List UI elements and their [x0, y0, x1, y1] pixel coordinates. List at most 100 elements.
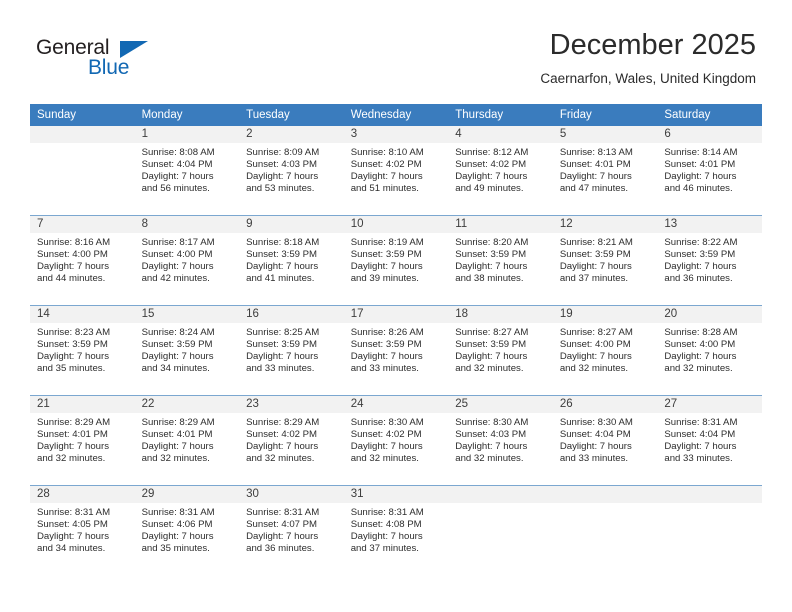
sunrise-time: Sunrise: 8:16 AM [37, 237, 111, 248]
calendar-day-cell[interactable]: 15 Sunrise: 8:24 AM Sunset: 3:59 PM Dayligh… [134, 305, 240, 396]
location-subtitle: Caernarfon, Wales, United Kingdom [540, 71, 756, 86]
calendar-day-cell[interactable]: 22 Sunrise: 8:29 AM Sunset: 4:01 PM Dayligh… [134, 395, 240, 486]
daylight-duration-line2: and 33 minutes. [350, 363, 419, 375]
calendar-day-cell[interactable]: 8 Sunrise: 8:17 AM Sunset: 4:00 PM Daylight… [134, 215, 240, 306]
calendar-day-cell[interactable]: 7 Sunrise: 8:16 AM Sunset: 4:00 PM Daylight… [30, 215, 135, 306]
day-details: Sunrise: 8:31 AM Sunset: 4:07 PM Daylight:… [239, 503, 344, 555]
calendar-day-cell[interactable]: 17 Sunrise: 8:26 AM Sunset: 3:59 PM Dayligh… [343, 305, 449, 396]
day-number: 16 [239, 306, 344, 323]
calendar-day-cell[interactable]: 20 Sunrise: 8:28 AM Sunset: 4:00 PM Dayligh… [657, 305, 762, 396]
calendar-day-cell[interactable]: 2 Sunrise: 8:09 AM Sunset: 4:03 PM Daylight… [239, 126, 344, 216]
day-number: 30 [239, 486, 344, 503]
day-details: Sunrise: 8:16 AM Sunset: 4:00 PM Daylight:… [30, 233, 135, 285]
sunset-time: Sunset: 4:06 PM [141, 519, 213, 531]
day-cell-inner: 7 Sunrise: 8:16 AM Sunset: 4:00 PM Daylight… [30, 216, 135, 305]
calendar-day-cell[interactable]: 11 Sunrise: 8:20 AM Sunset: 3:59 PM Dayligh… [448, 215, 553, 306]
day-cell-inner: 5 Sunrise: 8:13 AM Sunset: 4:01 PM Daylight… [552, 126, 658, 215]
day-number: 12 [552, 216, 658, 233]
day-cell-inner: 29 Sunrise: 8:31 AM Sunset: 4:06 PM Dayligh… [134, 486, 240, 575]
calendar-day-cell[interactable]: 10 Sunrise: 8:19 AM Sunset: 3:59 PM Dayligh… [343, 215, 449, 306]
sunrise-time: Sunrise: 8:28 AM [664, 327, 738, 338]
calendar-day-cell[interactable]: 9 Sunrise: 8:18 AM Sunset: 3:59 PM Daylight… [239, 215, 344, 306]
sunset-time: Sunset: 4:02 PM [455, 159, 527, 171]
calendar-day-cell[interactable]: 30 Sunrise: 8:31 AM Sunset: 4:07 PM Dayligh… [239, 485, 344, 575]
day-details: Sunrise: 8:20 AM Sunset: 3:59 PM Daylight:… [448, 233, 553, 285]
day-details: Sunrise: 8:30 AM Sunset: 4:04 PM Daylight:… [553, 413, 658, 465]
day-cell-inner: 25 Sunrise: 8:30 AM Sunset: 4:03 PM Dayligh… [448, 396, 553, 485]
calendar-day-cell[interactable]: 31 Sunrise: 8:31 AM Sunset: 4:08 PM Dayligh… [343, 485, 449, 575]
calendar-day-cell[interactable]: 18 Sunrise: 8:27 AM Sunset: 3:59 PM Dayligh… [448, 305, 553, 396]
day-number: 27 [657, 396, 762, 413]
day-number: 5 [552, 126, 658, 143]
calendar-day-cell[interactable]: 13 Sunrise: 8:22 AM Sunset: 3:59 PM Dayligh… [657, 215, 762, 306]
sunset-time: Sunset: 4:03 PM [455, 429, 527, 441]
sunset-time: Sunset: 3:59 PM [664, 249, 736, 261]
day-number: 1 [134, 126, 240, 143]
day-cell-inner: 9 Sunrise: 8:18 AM Sunset: 3:59 PM Daylight… [239, 216, 344, 305]
daylight-duration-line2: and 56 minutes. [141, 183, 210, 195]
calendar-day-cell[interactable]: 12 Sunrise: 8:21 AM Sunset: 3:59 PM Dayligh… [552, 215, 658, 306]
sunrise-time: Sunrise: 8:31 AM [664, 417, 738, 428]
calendar-day-cell[interactable]: 26 Sunrise: 8:30 AM Sunset: 4:04 PM Dayligh… [552, 395, 658, 486]
daylight-duration-line1: Daylight: 7 hours [246, 261, 319, 273]
day-cell-inner: 19 Sunrise: 8:27 AM Sunset: 4:00 PM Dayligh… [552, 306, 658, 395]
day-number [552, 486, 658, 503]
day-number: 28 [30, 486, 135, 503]
calendar-day-cell[interactable]: 28 Sunrise: 8:31 AM Sunset: 4:05 PM Dayligh… [30, 485, 135, 575]
calendar-day-cell[interactable]: 29 Sunrise: 8:31 AM Sunset: 4:06 PM Dayligh… [134, 485, 240, 575]
day-cell-inner: 3 Sunrise: 8:10 AM Sunset: 4:02 PM Daylight… [343, 126, 449, 215]
calendar-day-cell[interactable]: 1 Sunrise: 8:08 AM Sunset: 4:04 PM Daylight… [134, 126, 240, 216]
daylight-duration-line1: Daylight: 7 hours [246, 441, 319, 453]
day-details: Sunrise: 8:22 AM Sunset: 3:59 PM Daylight:… [657, 233, 762, 285]
sunset-time: Sunset: 4:07 PM [246, 519, 318, 531]
calendar-day-cell[interactable]: 21 Sunrise: 8:29 AM Sunset: 4:01 PM Dayligh… [30, 395, 135, 486]
calendar-day-cell[interactable]: 27 Sunrise: 8:31 AM Sunset: 4:04 PM Dayligh… [657, 395, 762, 486]
weekday-header-monday: Monday [134, 104, 240, 126]
day-cell-inner: 13 Sunrise: 8:22 AM Sunset: 3:59 PM Dayligh… [657, 216, 762, 305]
day-details: Sunrise: 8:29 AM Sunset: 4:02 PM Daylight:… [239, 413, 344, 465]
calendar-day-cell[interactable]: 24 Sunrise: 8:30 AM Sunset: 4:02 PM Dayligh… [343, 395, 449, 486]
calendar-day-cell[interactable]: 14 Sunrise: 8:23 AM Sunset: 3:59 PM Dayligh… [30, 305, 135, 396]
day-cell-inner: 17 Sunrise: 8:26 AM Sunset: 3:59 PM Dayligh… [343, 306, 449, 395]
daylight-duration-line1: Daylight: 7 hours [559, 171, 632, 183]
daylight-duration-line1: Daylight: 7 hours [141, 171, 214, 183]
day-details: Sunrise: 8:26 AM Sunset: 3:59 PM Daylight:… [344, 323, 449, 375]
sunrise-time: Sunrise: 8:18 AM [246, 237, 320, 248]
calendar-day-cell[interactable]: 3 Sunrise: 8:10 AM Sunset: 4:02 PM Daylight… [343, 126, 449, 216]
daylight-duration-line1: Daylight: 7 hours [246, 171, 319, 183]
calendar-day-cell[interactable]: 4 Sunrise: 8:12 AM Sunset: 4:02 PM Daylight… [448, 126, 553, 216]
daylight-duration-line1: Daylight: 7 hours [559, 351, 632, 363]
day-details: Sunrise: 8:29 AM Sunset: 4:01 PM Daylight:… [135, 413, 240, 465]
calendar-day-cell[interactable]: 23 Sunrise: 8:29 AM Sunset: 4:02 PM Dayligh… [239, 395, 344, 486]
calendar-day-cell[interactable]: 16 Sunrise: 8:25 AM Sunset: 3:59 PM Dayligh… [239, 305, 344, 396]
sunrise-time: Sunrise: 8:27 AM [455, 327, 529, 338]
general-blue-logo[interactable]: General Blue [36, 36, 166, 82]
sunrise-time: Sunrise: 8:10 AM [350, 147, 424, 158]
day-cell-inner: 28 Sunrise: 8:31 AM Sunset: 4:05 PM Dayligh… [30, 486, 135, 575]
day-number: 10 [343, 216, 449, 233]
weekday-header-tuesday: Tuesday [239, 104, 344, 126]
day-cell-inner: 20 Sunrise: 8:28 AM Sunset: 4:00 PM Dayligh… [657, 306, 762, 395]
sunset-time: Sunset: 4:08 PM [350, 519, 422, 531]
sunrise-time: Sunrise: 8:24 AM [141, 327, 215, 338]
calendar-day-cell[interactable]: 19 Sunrise: 8:27 AM Sunset: 4:00 PM Dayligh… [552, 305, 658, 396]
sunset-time: Sunset: 4:01 PM [664, 159, 736, 171]
day-number: 15 [134, 306, 240, 323]
sunset-time: Sunset: 4:00 PM [559, 339, 631, 351]
day-details: Sunrise: 8:09 AM Sunset: 4:03 PM Daylight:… [239, 143, 344, 195]
sunset-time: Sunset: 4:05 PM [37, 519, 108, 531]
sunset-time: Sunset: 3:59 PM [350, 249, 422, 261]
daylight-duration-line2: and 33 minutes. [664, 453, 733, 465]
calendar-day-cell[interactable]: 6 Sunrise: 8:14 AM Sunset: 4:01 PM Daylight… [657, 126, 762, 216]
sunrise-time: Sunrise: 8:09 AM [246, 147, 320, 158]
daylight-duration-line2: and 32 minutes. [664, 363, 733, 375]
calendar-day-cell[interactable]: 25 Sunrise: 8:30 AM Sunset: 4:03 PM Dayligh… [448, 395, 553, 486]
calendar-day-cell[interactable]: 5 Sunrise: 8:13 AM Sunset: 4:01 PM Daylight… [552, 126, 658, 216]
day-number: 17 [343, 306, 449, 323]
sunset-time: Sunset: 4:01 PM [141, 429, 213, 441]
day-number: 13 [657, 216, 762, 233]
day-details: Sunrise: 8:19 AM Sunset: 3:59 PM Daylight:… [344, 233, 449, 285]
sunset-time: Sunset: 3:59 PM [246, 339, 318, 351]
sunrise-time: Sunrise: 8:17 AM [141, 237, 215, 248]
day-details: Sunrise: 8:31 AM Sunset: 4:05 PM Daylight:… [30, 503, 135, 555]
